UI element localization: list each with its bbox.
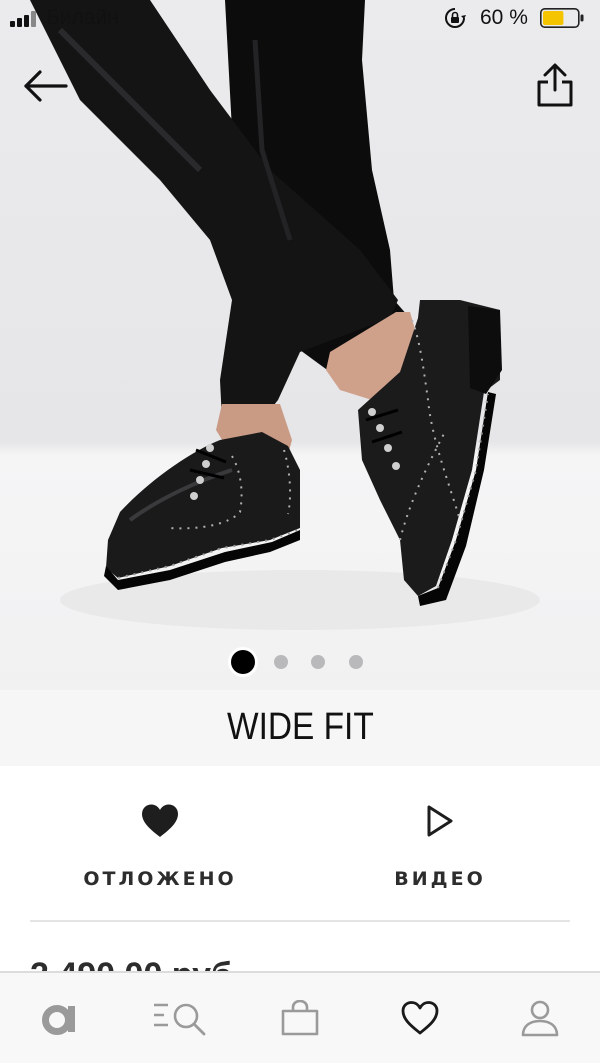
product-actions: ОТЛОЖЕНО ВИДЕО	[0, 766, 600, 922]
share-icon[interactable]	[532, 62, 578, 110]
battery-percentage: 60 %	[480, 6, 528, 29]
saved-label: ОТЛОЖЕНО	[83, 868, 237, 890]
section-divider	[30, 920, 570, 922]
gallery-dot-4[interactable]	[349, 655, 363, 669]
rotation-lock-icon	[445, 8, 466, 28]
gallery-dot-2[interactable]	[274, 655, 288, 669]
brand-title: WIDE FIT	[226, 706, 374, 748]
saved-button[interactable]: ОТЛОЖЕНО	[10, 796, 310, 890]
price-row: 2 490,00 руб.	[0, 946, 600, 972]
bottom-tab-bar	[0, 971, 600, 1063]
heart-icon	[401, 1001, 439, 1035]
tab-bag[interactable]	[270, 995, 330, 1041]
heart-filled-icon	[142, 804, 178, 837]
gallery-pagination	[0, 648, 600, 676]
gallery-dot-3[interactable]	[311, 655, 325, 669]
product-photo	[30, 0, 540, 630]
tab-search[interactable]	[150, 995, 210, 1041]
back-arrow-icon[interactable]	[22, 66, 70, 106]
video-button[interactable]: ВИДЕО	[290, 796, 590, 890]
battery-icon	[540, 8, 584, 28]
video-label: ВИДЕО	[394, 868, 486, 890]
tab-saved[interactable]	[390, 995, 450, 1041]
carrier-name: Билайн	[46, 6, 119, 29]
product-screen: Билайн 60 % WIDE FIT ОТЛОЖЕНО ВИДЕО	[0, 0, 600, 1063]
cellular-signal-icon	[10, 11, 40, 27]
play-icon	[427, 805, 453, 837]
gallery-dot-1[interactable]	[231, 650, 255, 674]
status-bar: Билайн 60 %	[0, 0, 600, 36]
home-logo-icon	[42, 1005, 75, 1035]
profile-icon	[521, 1000, 559, 1037]
product-image-gallery[interactable]	[0, 0, 600, 690]
tab-profile[interactable]	[510, 995, 570, 1041]
search-categories-icon	[154, 1003, 206, 1036]
brand-bar[interactable]: WIDE FIT	[0, 690, 600, 766]
tab-home[interactable]	[30, 995, 90, 1041]
product-price: 2 490,00 руб.	[30, 956, 241, 972]
bag-icon	[281, 1000, 319, 1036]
